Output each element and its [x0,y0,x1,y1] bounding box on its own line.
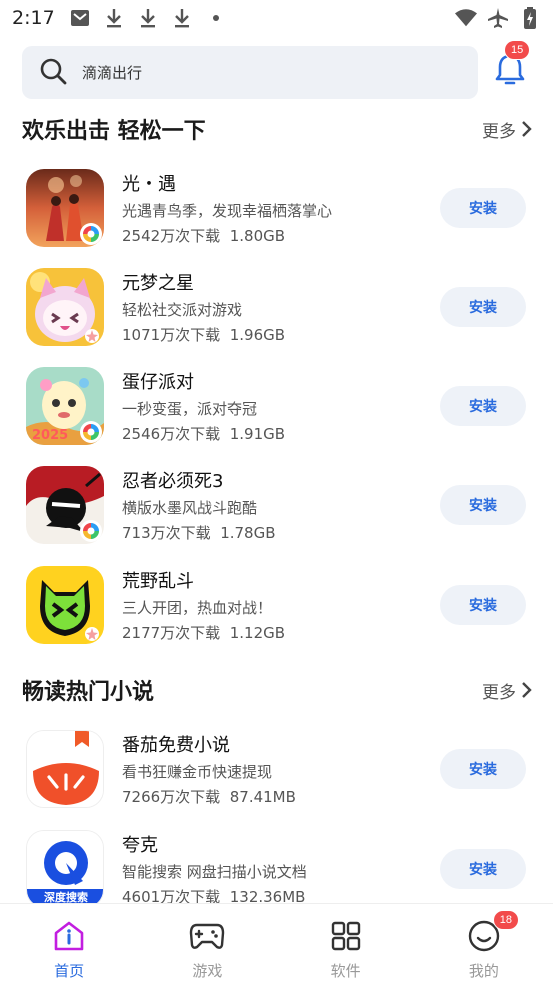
app-downloads: 7266万次下载 [122,788,221,806]
app-name: 荒野乱斗 [122,571,194,592]
app-size: 1.78GB [220,524,276,542]
app-name: 番茄免费小说 [122,735,230,756]
app-desc: 智能搜索 网盘扫描小说文档 [122,863,307,881]
app-downloads: 2542万次下载 [122,227,221,245]
app-name: 蛋仔派对 [122,372,194,393]
install-button[interactable]: 安装 [440,188,526,228]
app-item-brawl-stars[interactable]: 荒野乱斗 三人开团，热血对战！ 2177万次下载 1.12GB 安装 [26,566,528,646]
chevron-right-icon [522,121,532,137]
status-time: 2:17 [12,7,55,29]
mail-icon [69,7,91,29]
nav-profile[interactable]: 我的 18 [415,904,553,983]
section-title: 畅读热门小说 [22,680,155,705]
app-meta: 2546万次下载 1.91GB [122,422,285,446]
app-icon-quark: 深度搜索 [26,830,104,908]
section-header-games: 欢乐出击 轻松一下 更多 [22,114,532,144]
app-icon-yuan-meng [26,268,104,346]
more-label: 更多 [482,121,516,142]
app-item-quark[interactable]: 深度搜索 夸克 智能搜索 网盘扫描小说文档 4601万次下载 132.36MB … [26,830,528,910]
game-center-badge-icon [80,421,102,443]
app-size: 1.80GB [229,227,286,245]
app-desc: 轻松社交派对游戏 [122,301,243,319]
nav-label: 首页 [54,962,85,980]
game-center-badge-icon [80,223,102,245]
section-title: 欢乐出击 轻松一下 [22,119,206,144]
app-name: 夸克 [122,835,158,856]
nav-label: 我的 [468,962,499,980]
search-placeholder: 滴滴出行 [82,64,143,82]
app-desc: 一秒变蛋，派对夺冠 [122,400,258,418]
search-icon [38,56,68,90]
app-desc: 三人开团，热血对战！ [122,599,273,617]
app-desc: 横版水墨风战斗跑酷 [122,499,258,517]
more-link[interactable]: 更多 [482,117,532,142]
app-name: 光・遇 [122,174,176,195]
battery-charging-icon [519,7,541,29]
app-item-ninja[interactable]: 忍者必须死3 横版水墨风战斗跑酷 713万次下载 1.78GB 安装 [26,466,528,546]
svg-text:2025: 2025 [32,428,68,443]
app-item-guang-yu[interactable]: 光・遇 光遇青鸟季，发现幸福栖落掌心 2542万次下载 1.80GB 安装 [26,169,528,249]
more-link[interactable]: 更多 [482,678,532,703]
install-button[interactable]: 安装 [440,287,526,327]
app-downloads: 1071万次下载 [122,326,221,344]
app-downloads: 2177万次下载 [122,624,221,642]
download-icon [103,7,125,29]
download-icon [171,7,193,29]
section-header-novels: 畅读热门小说 更多 [22,675,532,705]
gamepad-icon [189,918,225,954]
app-item-yuan-meng[interactable]: 元梦之星 轻松社交派对游戏 1071万次下载 1.96GB 安装 [26,268,528,348]
more-label: 更多 [482,682,516,703]
app-item-dan-zai[interactable]: 2025 蛋仔派对 一秒变蛋，派对夺冠 2546万次下载 1.91GB 安装 [26,367,528,447]
download-icon [137,7,159,29]
app-icon-brawl-stars [26,566,104,644]
app-icon-dan-zai: 2025 [26,367,104,445]
app-icon-fanqie [26,730,104,808]
notification-badge: 15 [504,40,531,60]
dot-icon [205,7,227,29]
app-meta: 7266万次下载 87.41MB [122,785,296,809]
nav-games[interactable]: 游戏 [138,904,276,983]
app-name: 元梦之星 [122,273,194,294]
profile-badge: 18 [492,910,519,930]
bottom-nav: 首页 游戏 软件 我的 18 [0,903,553,983]
install-button[interactable]: 安装 [440,849,526,889]
nav-software[interactable]: 软件 [277,904,415,983]
app-meta: 1071万次下载 1.96GB [122,323,285,347]
app-desc: 看书狂赚金币快速提现 [122,763,273,781]
app-icon-guang-yu [26,169,104,247]
app-meta: 2177万次下载 1.12GB [122,621,285,645]
status-bar: 2:17 [0,0,553,36]
home-icon [51,918,87,954]
wifi-icon [455,7,477,29]
game-center-badge-icon [80,520,102,542]
app-desc: 光遇青鸟季，发现幸福栖落掌心 [122,202,333,220]
nav-home[interactable]: 首页 [0,904,138,983]
app-size: 1.96GB [229,326,286,344]
install-button[interactable]: 安装 [440,485,526,525]
install-button[interactable]: 安装 [440,749,526,789]
install-button[interactable]: 安装 [440,386,526,426]
app-downloads: 2546万次下载 [122,425,221,443]
app-icon-ninja [26,466,104,544]
search-bar[interactable]: 滴滴出行 [22,46,478,99]
app-item-fanqie[interactable]: 番茄免费小说 看书狂赚金币快速提现 7266万次下载 87.41MB 安装 [26,730,528,810]
app-name: 忍者必须死3 [122,471,224,492]
chevron-right-icon [522,682,532,698]
app-size: 1.12GB [229,624,286,642]
app-size: 87.41MB [229,788,296,806]
install-button[interactable]: 安装 [440,585,526,625]
app-downloads: 713万次下载 [122,524,211,542]
nav-label: 游戏 [192,962,223,980]
apps-grid-icon [328,918,364,954]
airplane-icon [487,7,509,29]
app-meta: 2542万次下载 1.80GB [122,224,332,248]
app-size: 1.91GB [229,425,286,443]
app-meta: 713万次下载 1.78GB [122,521,276,545]
nav-label: 软件 [330,962,361,980]
notification-button[interactable]: 15 [490,40,531,92]
